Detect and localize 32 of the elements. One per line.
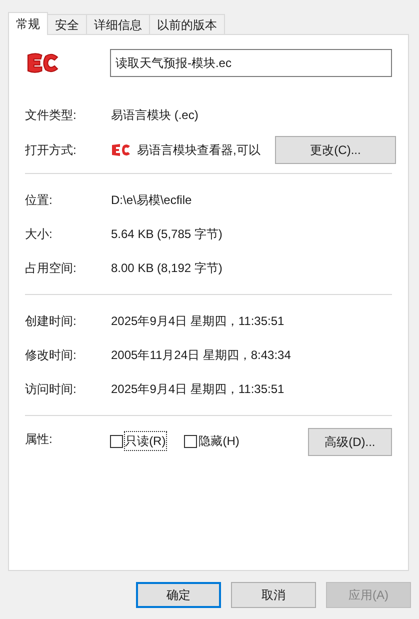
field-label: 修改时间:: [25, 347, 78, 364]
checkbox[interactable]: [110, 434, 124, 448]
field-value: 2005年11月24日 星期四，8:43:34: [111, 347, 292, 364]
field-label: 创建时间:: [25, 313, 78, 330]
field-value: D:\e\易模\ecfile: [111, 192, 193, 209]
field-label: 占用空间:: [25, 260, 78, 277]
tab[interactable]: 安全: [47, 14, 87, 34]
field-label: 访问时间:: [25, 381, 78, 398]
field-label: 文件类型:: [25, 107, 78, 124]
field-value: 2025年9月4日 星期四，11:35:51: [111, 313, 286, 330]
checkbox-label[interactable]: 只读(R): [125, 432, 166, 450]
field-label: 属性:: [25, 431, 54, 448]
tab[interactable]: 以前的版本: [149, 14, 225, 34]
field-value: 8.00 KB (8,192 字节): [111, 260, 224, 277]
field-value: 易语言模块 (.ec): [111, 107, 200, 124]
checkbox-label[interactable]: 隐藏(H): [198, 432, 240, 450]
field-value: 易语言模块查看器,可以: [137, 142, 262, 159]
dialog-button[interactable]: 确定: [136, 582, 221, 608]
file-type-icon: [26, 51, 60, 75]
dialog-button[interactable]: 取消: [231, 582, 316, 608]
app-icon: [111, 143, 131, 157]
file-name-field[interactable]: 读取天气预报-模块.ec: [110, 49, 392, 77]
advanced-button[interactable]: 高级(D)...: [308, 428, 392, 456]
tab[interactable]: 常规: [8, 12, 48, 35]
change-button[interactable]: 更改(C)...: [275, 136, 396, 164]
field-value: 5.64 KB (5,785 字节): [111, 226, 224, 243]
tab[interactable]: 详细信息: [86, 14, 150, 34]
field-label: 打开方式:: [25, 142, 78, 159]
field-label: 位置:: [25, 192, 54, 209]
checkbox[interactable]: [184, 434, 197, 448]
field-value: 2025年9月4日 星期四，11:35:51: [111, 381, 286, 398]
field-label: 大小:: [25, 226, 54, 243]
